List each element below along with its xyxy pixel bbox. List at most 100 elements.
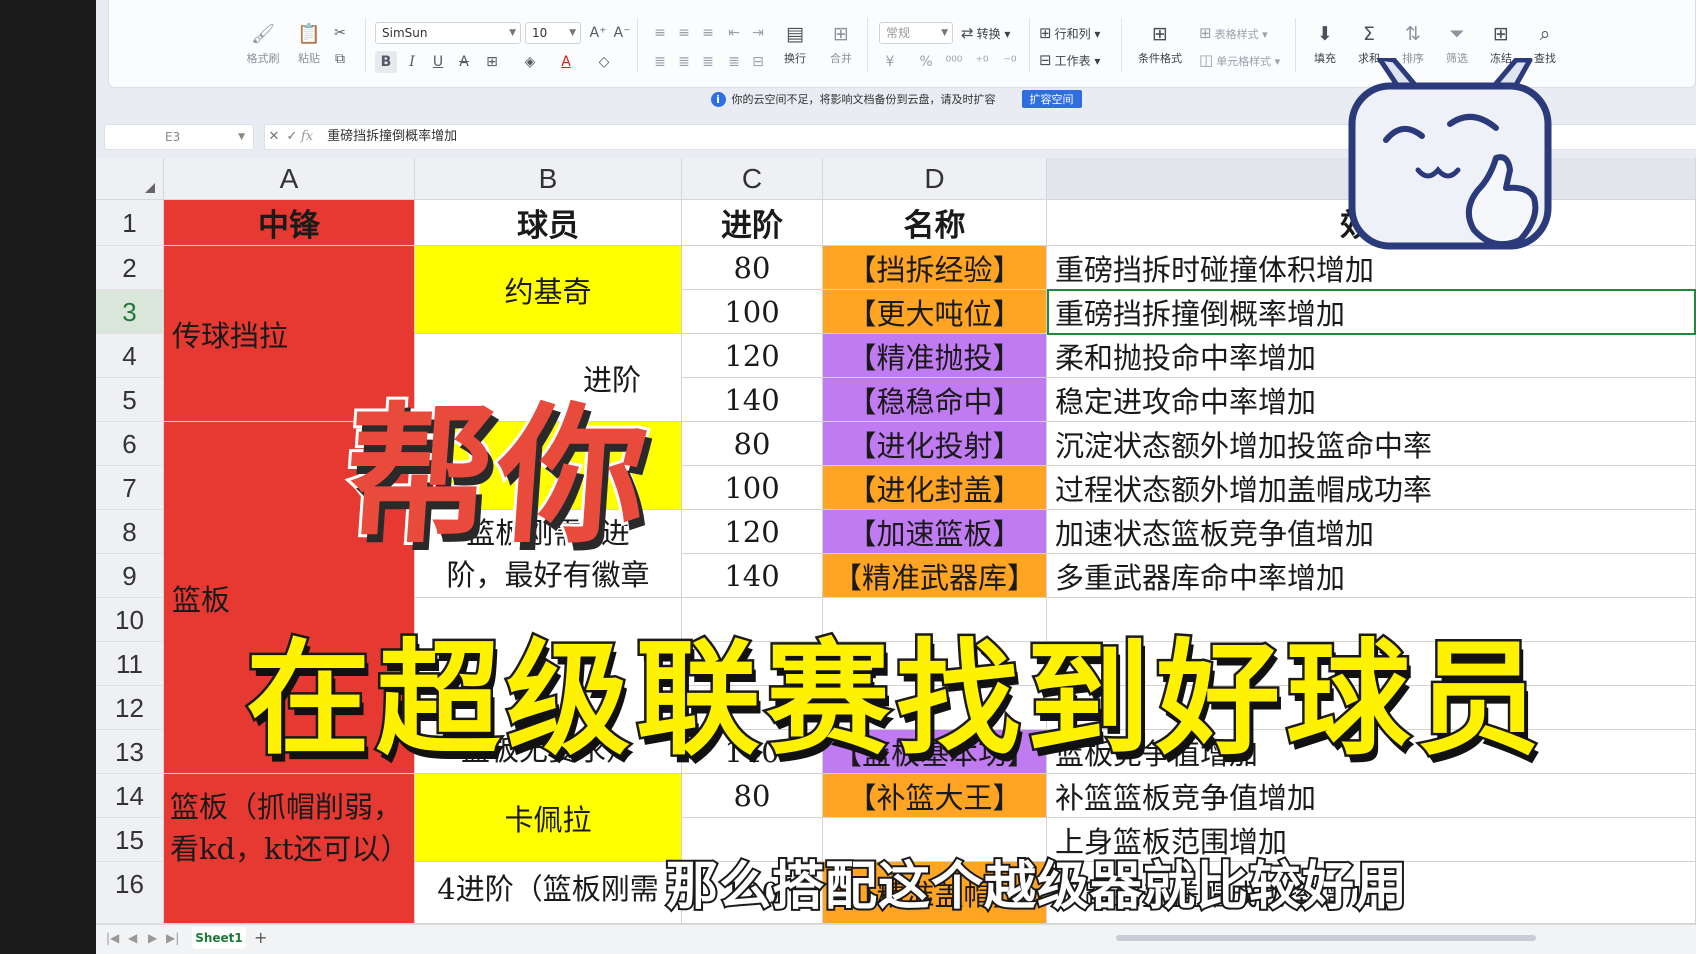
row-header[interactable]: 15 [96,818,164,862]
currency-icon[interactable]: ¥ [879,51,901,73]
cell-d6[interactable]: 【进化投射】 [823,422,1047,466]
cell-c6[interactable]: 80 [682,422,823,466]
row-header[interactable]: 10 [96,598,164,642]
column-header-c[interactable]: C [682,158,823,200]
cell-a14-merged[interactable]: 篮板（抓帽削弱，看kd，kt还可以） [164,774,415,924]
row-header[interactable]: 5 [96,378,164,422]
number-format-select[interactable]: 常规 ▼ [879,22,953,44]
row-header[interactable]: 12 [96,686,164,730]
conditional-format-button[interactable]: ⊞ 条件格式 [1129,22,1191,66]
strikethrough-icon[interactable]: A [453,51,475,73]
wrap-text-button[interactable]: ▤ 换行 [773,22,817,66]
distribute-icon[interactable]: ⊟ [747,51,769,73]
cell-e5[interactable]: 稳定进攻命中率增加 [1047,378,1696,422]
align-top-icon[interactable]: ≡ [649,22,671,44]
worksheet-button[interactable]: ⊟ 工作表 ▾ [1039,51,1100,69]
cell-a1[interactable]: 中锋 [164,200,415,246]
indent-increase-icon[interactable]: ⇥ [747,22,769,44]
italic-icon[interactable]: I [401,51,423,73]
function-icon[interactable]: fx [301,129,313,144]
cancel-icon[interactable]: ✕ [265,125,283,149]
cell-e14[interactable]: 补篮篮板竞争值增加 [1047,774,1696,818]
row-header[interactable]: 1 [96,200,164,246]
cell-d9[interactable]: 【精准武器库】 [823,554,1047,598]
align-middle-icon[interactable]: ≡ [673,22,695,44]
row-header[interactable]: 14 [96,774,164,818]
row-header[interactable]: 11 [96,642,164,686]
add-sheet-icon[interactable]: + [254,928,267,947]
cell-e3[interactable]: 重磅挡拆撞倒概率增加 [1047,290,1696,334]
horizontal-scrollbar[interactable] [1116,935,1536,941]
formula-content[interactable]: 重磅挡拆撞倒概率增加 [327,129,457,144]
align-center-icon[interactable]: ≣ [673,51,695,73]
spreadsheet-grid[interactable]: A B C D E 1 2 3 4 5 6 7 8 9 10 11 12 13 … [96,158,1696,924]
fill-color-icon[interactable]: ◈ [519,51,541,73]
cell-d14[interactable]: 【补篮大王】 [823,774,1047,818]
cell-b1[interactable]: 球员 [415,200,682,246]
cell-c8[interactable]: 120 [682,510,823,554]
increase-decimal-icon[interactable]: ⁺⁰ [971,51,993,73]
row-header[interactable]: 7 [96,466,164,510]
decrease-font-icon[interactable]: A⁻ [611,22,633,44]
bold-icon[interactable]: B [375,51,397,73]
rows-columns-button[interactable]: ⊞ 行和列 ▾ [1039,24,1100,42]
column-header-d[interactable]: D [823,158,1047,200]
cell-style-button[interactable]: ◫ 单元格样式 ▾ [1199,51,1280,69]
row-header[interactable]: 8 [96,510,164,554]
font-color-icon[interactable]: A [555,51,577,73]
row-header[interactable]: 9 [96,554,164,598]
sheet-tab[interactable]: Sheet1 [192,927,246,949]
align-bottom-icon[interactable]: ≡ [697,22,719,44]
cell-c14[interactable]: 80 [682,774,823,818]
expand-space-button[interactable]: 扩容空间 [1021,90,1082,108]
row-header[interactable]: 4 [96,334,164,378]
cell-e6[interactable]: 沉淀状态额外增加投篮命中率 [1047,422,1696,466]
cell-d7[interactable]: 【进化封盖】 [823,466,1047,510]
cell-d2[interactable]: 【挡拆经验】 [823,246,1047,290]
cell-d1[interactable]: 名称 [823,200,1047,246]
merge-button[interactable]: ⊞ 合并 [819,22,863,66]
fill-button[interactable]: ⬇ 填充 [1303,22,1347,66]
cell-b2-merged[interactable]: 约基奇 [415,246,682,334]
cell-d3[interactable]: 【更大吨位】 [823,290,1047,334]
cell-e8[interactable]: 加速状态篮板竞争值增加 [1047,510,1696,554]
cell-d4[interactable]: 【精准抛投】 [823,334,1047,378]
cell-c7[interactable]: 100 [682,466,823,510]
column-header-a[interactable]: A [164,158,415,200]
justify-icon[interactable]: ≣ [723,51,745,73]
font-name-select[interactable]: SimSun ▼ [375,22,521,44]
cell-c3[interactable]: 100 [682,290,823,334]
copy-icon[interactable]: ⧉ [329,48,351,70]
row-header[interactable]: 6 [96,422,164,466]
underline-icon[interactable]: U [427,51,449,73]
cell-e7[interactable]: 过程状态额外增加盖帽成功率 [1047,466,1696,510]
border-icon[interactable]: ⊞ [481,51,503,73]
row-header[interactable]: 3 [96,290,164,334]
decrease-decimal-icon[interactable]: ⁻⁰ [999,51,1021,73]
prev-sheet-icon[interactable]: ◀ [128,931,137,945]
name-box[interactable]: E3 ▼ [104,124,254,150]
row-header[interactable]: 16 [96,862,164,924]
increase-font-icon[interactable]: A⁺ [587,22,609,44]
row-header[interactable]: 13 [96,730,164,774]
next-sheet-icon[interactable]: ▶ [148,931,157,945]
cell-d8[interactable]: 【加速篮板】 [823,510,1047,554]
cut-icon[interactable]: ✂ [329,22,351,44]
cell-c2[interactable]: 80 [682,246,823,290]
paste-button[interactable]: 📋 粘贴 [287,22,331,66]
convert-button[interactable]: ⇄ 转换 ▾ [961,24,1010,42]
cell-c5[interactable]: 140 [682,378,823,422]
cell-c9[interactable]: 140 [682,554,823,598]
cell-c4[interactable]: 120 [682,334,823,378]
percent-icon[interactable]: % [915,51,937,73]
cell-b16[interactable]: 4进阶（篮板刚需 [415,862,682,924]
select-all-corner[interactable] [96,158,164,200]
cell-e4[interactable]: 柔和抛投命中率增加 [1047,334,1696,378]
clear-format-icon[interactable]: ◇ [593,51,615,73]
cell-b14-merged[interactable]: 卡佩拉 [415,774,682,862]
cell-c1[interactable]: 进阶 [682,200,823,246]
table-style-button[interactable]: ⊞ 表格样式 ▾ [1199,24,1268,42]
thousands-icon[interactable]: ⁰⁰⁰ [943,51,965,73]
indent-decrease-icon[interactable]: ⇤ [723,22,745,44]
cell-e9[interactable]: 多重武器库命中率增加 [1047,554,1696,598]
